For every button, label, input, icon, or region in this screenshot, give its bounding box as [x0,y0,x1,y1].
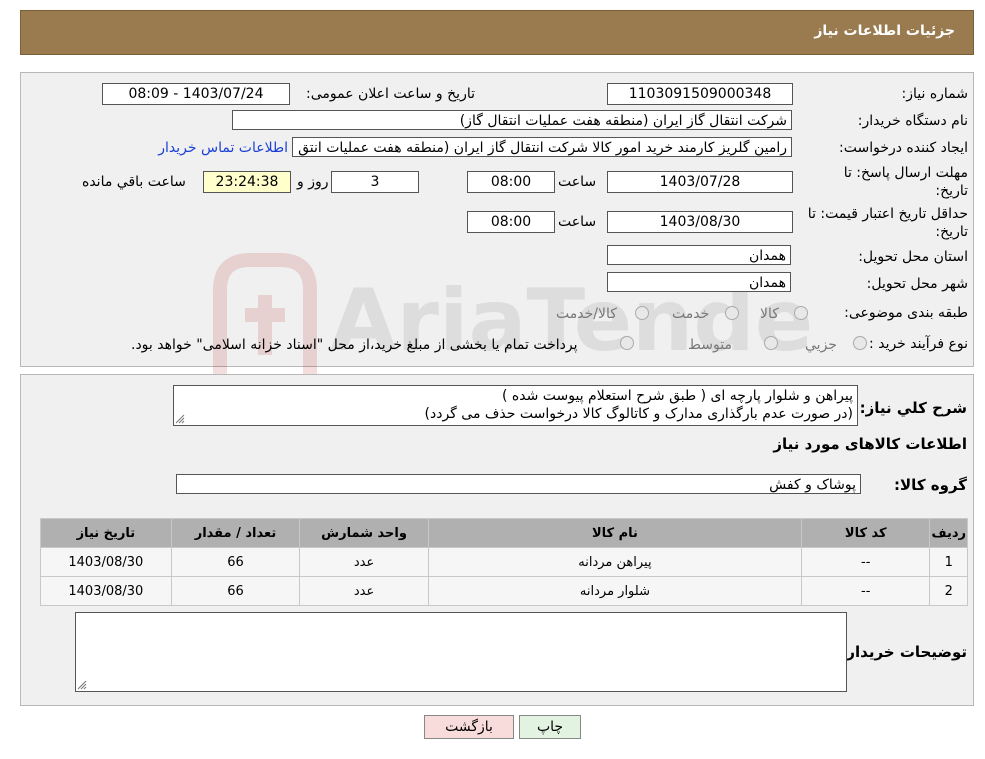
city-field: همدان [607,272,791,292]
province-field: همدان [607,245,791,265]
price-validity-label-2: تاریخ: [935,224,968,240]
purchase-type-label: نوع فرآیند خرید : [869,336,968,352]
validity-time-label: ساعت [558,214,597,230]
back-button[interactable]: بازگشت [424,715,514,739]
purchase-option-medium: متوسط [688,337,732,353]
remaining-time-field: 23:24:38 [203,171,291,193]
purchase-option-minor: جزیي [805,337,837,353]
resize-handle-icon[interactable] [175,414,185,424]
page-header: جزئیات اطلاعات نیاز [20,10,974,55]
print-button[interactable]: چاپ [519,715,581,739]
col-name-header: نام کالا [428,519,802,547]
need-number-field: 1103091509000348 [607,83,793,105]
announce-label: تاریخ و ساعت اعلان عمومی: [306,86,475,102]
announce-field: 1403/07/24 - 08:09 [102,83,290,105]
requester-label: ایجاد کننده درخواست: [839,140,968,156]
buyer-org-field: شرکت انتقال گاز ایران (منطقه هفت عملیات … [232,110,792,130]
category-radio-service[interactable] [725,306,739,320]
reply-days-field: 3 [331,171,419,193]
description-line-1: پیراهن و شلوار پارچه ای ( طبق شرح استعلا… [502,388,853,404]
category-radio-goods[interactable] [794,306,808,320]
items-table: ردیف کد کالا نام کالا واحد شمارش تعداد /… [40,518,968,606]
col-row-header: ردیف [930,519,967,547]
need-number-label: شماره نیاز: [901,86,969,102]
table-header-row: ردیف کد کالا نام کالا واحد شمارش تعداد /… [41,519,967,547]
buyer-contact-link[interactable]: اطلاعات تماس خریدار [158,140,288,156]
buyer-notes-label: توضیحات خریدار: [840,643,967,661]
category-option-service: خدمت [672,306,710,322]
category-label: طبقه بندی موضوعی: [844,305,968,321]
item-name: پیراهن مردانه [428,548,802,576]
description-textarea[interactable]: پیراهن و شلوار پارچه ای ( طبق شرح استعلا… [173,385,858,426]
item-quantity: 66 [171,548,300,576]
purchase-radio-medium[interactable] [764,336,778,350]
item-name: شلوار مردانه [428,577,802,605]
city-label: شهر محل تحویل: [866,276,968,292]
validity-time-field: 08:00 [467,211,555,233]
reply-date-field: 1403/07/28 [607,171,793,193]
reply-days-label: روز و [297,174,329,190]
price-validity-label: حداقل تاریخ اعتبار قیمت: تا [807,206,968,222]
item-code: -- [802,577,930,605]
reply-deadline-label-2: تاریخ: [935,183,968,199]
description-line-2: (در صورت عدم بارگذاری مدارک و کاتالوگ کا… [424,406,853,422]
col-qty-header: تعداد / مقدار [171,519,300,547]
table-row: 1 -- پیراهن مردانه عدد 66 1403/08/30 [41,548,967,576]
col-code-header: کد کالا [802,519,930,547]
reply-deadline-label: مهلت ارسال پاسخ: تا [843,165,968,181]
table-row: 2 -- شلوار مردانه عدد 66 1403/08/30 [41,577,967,605]
resize-handle-icon[interactable] [77,680,87,690]
category-option-goods-service: کالا/خدمت [556,306,617,322]
validity-date-field: 1403/08/30 [607,211,793,233]
goods-group-field: پوشاک و کفش [176,474,861,494]
description-label: شرح كلي نياز: [859,399,967,417]
buyer-notes-textarea[interactable] [75,612,847,692]
item-need-date: 1403/08/30 [41,577,171,605]
remaining-time-label: ساعت باقي مانده [82,174,186,190]
row-number: 1 [930,548,967,576]
row-number: 2 [930,577,967,605]
page-title: جزئیات اطلاعات نیاز [814,23,955,39]
province-label: استان محل تحویل: [858,249,968,265]
item-code: -- [802,548,930,576]
items-section-title: اطلاعات کالاهای مورد نیاز [773,435,967,453]
reply-time-label: ساعت [558,174,597,190]
item-quantity: 66 [171,577,300,605]
category-radio-goods-service[interactable] [635,306,649,320]
col-date-header: تاریخ نیاز [41,519,171,547]
treasury-checkbox[interactable] [620,336,634,350]
buyer-org-label: نام دستگاه خریدار: [857,113,968,129]
reply-time-field: 08:00 [467,171,555,193]
purchase-radio-minor[interactable] [853,336,867,350]
treasury-note: پرداخت تمام یا بخشی از مبلغ خرید،از محل … [131,337,578,353]
category-option-goods: کالا [760,306,779,322]
col-unit-header: واحد شمارش [300,519,428,547]
item-unit: عدد [300,577,428,605]
item-unit: عدد [300,548,428,576]
requester-field: رامین گلریز کارمند خرید امور کالا شرکت ا… [292,137,792,157]
item-need-date: 1403/08/30 [41,548,171,576]
goods-group-label: گروه کالا: [894,476,967,494]
